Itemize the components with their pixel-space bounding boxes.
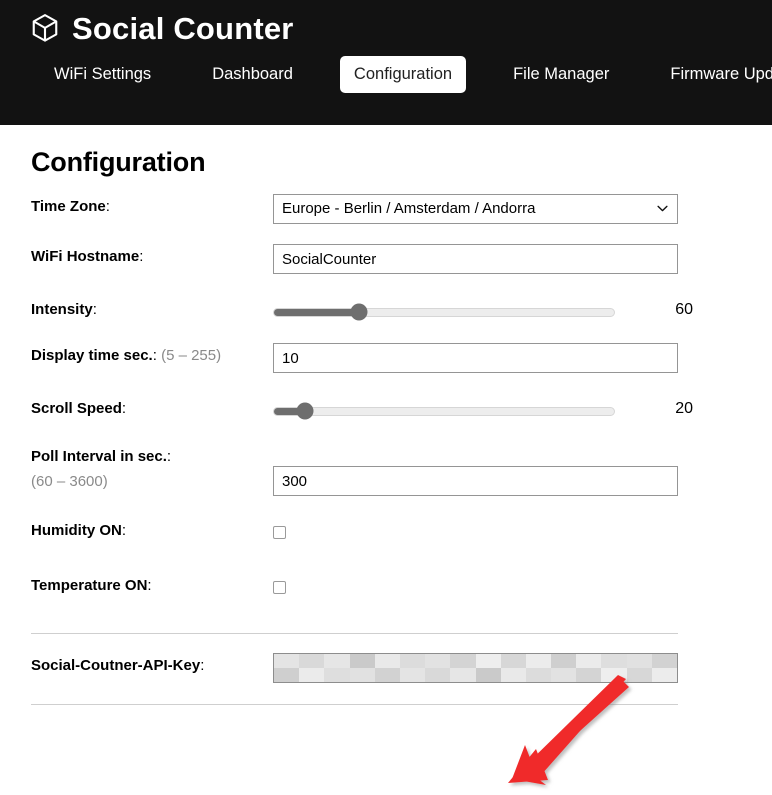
row-display-time: Display time sec.: (5 – 255) bbox=[0, 343, 772, 375]
redaction-block bbox=[399, 654, 426, 668]
nav-tabs: WiFi Settings Dashboard Configuration Fi… bbox=[0, 56, 772, 93]
humidity-checkbox[interactable] bbox=[273, 526, 286, 539]
label-intensity: Intensity: bbox=[31, 301, 97, 318]
label-hostname: WiFi Hostname: bbox=[31, 248, 144, 265]
label-poll-interval: Poll Interval in sec.: (60 – 3600) bbox=[31, 448, 172, 490]
scroll-speed-slider-thumb[interactable] bbox=[296, 402, 314, 420]
tab-wifi-settings[interactable]: WiFi Settings bbox=[40, 56, 165, 93]
row-poll-interval: Poll Interval in sec.: (60 – 3600) bbox=[0, 444, 772, 496]
redaction-block bbox=[425, 654, 451, 668]
app-title: Social Counter bbox=[72, 10, 294, 46]
scroll-speed-slider-track[interactable] bbox=[273, 402, 615, 420]
redaction-block bbox=[500, 668, 526, 682]
redaction-block bbox=[551, 654, 577, 668]
divider-bottom bbox=[31, 704, 678, 705]
redaction-block bbox=[324, 668, 350, 682]
intensity-slider-track[interactable] bbox=[273, 303, 615, 321]
label-api-key: Social-Coutner-API-Key: bbox=[31, 657, 205, 674]
redaction-block bbox=[299, 668, 325, 682]
divider-top bbox=[31, 633, 678, 634]
label-humidity: Humidity ON: bbox=[31, 522, 127, 539]
redaction-block bbox=[349, 654, 375, 668]
redaction-block bbox=[274, 668, 300, 682]
redaction-block bbox=[399, 668, 426, 682]
redaction-block bbox=[525, 654, 552, 668]
tab-configuration[interactable]: Configuration bbox=[339, 56, 467, 93]
redaction-block bbox=[274, 654, 300, 668]
redaction-block bbox=[450, 654, 476, 668]
row-timezone: Time Zone: Europe - Berlin / Amsterdam /… bbox=[0, 194, 772, 226]
row-api-key: Social-Coutner-API-Key: bbox=[0, 653, 772, 685]
redaction-block bbox=[601, 668, 627, 682]
redaction-block bbox=[324, 654, 350, 668]
redaction-block bbox=[475, 668, 501, 682]
redaction-block bbox=[500, 654, 526, 668]
app-header: Social Counter WiFi Settings Dashboard C… bbox=[0, 0, 772, 125]
configuration-form: Time Zone: Europe - Berlin / Amsterdam /… bbox=[0, 194, 772, 705]
timezone-select-wrap: Europe - Berlin / Amsterdam / Andorra bbox=[273, 194, 678, 224]
row-hostname: WiFi Hostname: bbox=[0, 244, 772, 276]
redaction-block bbox=[626, 654, 652, 668]
redaction-block bbox=[525, 668, 552, 682]
redaction-mosaic-row bbox=[274, 668, 677, 682]
poll-interval-input[interactable] bbox=[273, 466, 678, 496]
api-key-field[interactable] bbox=[273, 653, 678, 683]
scroll-speed-value: 20 bbox=[675, 400, 693, 417]
intensity-slider[interactable]: 60 bbox=[273, 297, 693, 327]
redaction-block bbox=[374, 654, 400, 668]
redaction-block bbox=[551, 668, 577, 682]
intensity-value: 60 bbox=[675, 301, 693, 318]
label-scroll-speed: Scroll Speed: bbox=[31, 400, 127, 417]
intensity-slider-thumb[interactable] bbox=[350, 303, 368, 321]
intensity-slider-fill bbox=[274, 308, 359, 316]
brand: Social Counter bbox=[0, 0, 772, 44]
row-intensity: Intensity: 60 bbox=[0, 297, 772, 329]
redaction-block bbox=[425, 668, 451, 682]
temperature-checkbox[interactable] bbox=[273, 581, 286, 594]
tab-file-manager[interactable]: File Manager bbox=[499, 56, 623, 93]
display-time-input[interactable] bbox=[273, 343, 678, 373]
row-scroll-speed: Scroll Speed: 20 bbox=[0, 396, 772, 428]
timezone-select[interactable]: Europe - Berlin / Amsterdam / Andorra bbox=[273, 194, 678, 224]
redaction-block bbox=[651, 668, 677, 682]
redaction-block bbox=[626, 668, 652, 682]
label-display-time: Display time sec.: (5 – 255) bbox=[31, 347, 222, 364]
redaction-block bbox=[576, 654, 602, 668]
tab-firmware-update[interactable]: Firmware Update bbox=[656, 56, 772, 93]
redaction-block bbox=[651, 654, 677, 668]
row-temperature: Temperature ON: bbox=[0, 573, 772, 605]
redaction-mosaic-row bbox=[274, 654, 677, 668]
redaction-block bbox=[475, 654, 501, 668]
cube-box-icon bbox=[32, 14, 58, 42]
label-temperature: Temperature ON: bbox=[31, 577, 152, 594]
label-timezone: Time Zone: bbox=[31, 198, 110, 215]
redaction-block bbox=[576, 668, 602, 682]
row-humidity: Humidity ON: bbox=[0, 518, 772, 550]
page-title: Configuration bbox=[31, 147, 206, 177]
page-body: Configuration Time Zone: Europe - Berlin… bbox=[0, 147, 772, 785]
redaction-block bbox=[601, 654, 627, 668]
redaction-block bbox=[374, 668, 400, 682]
scroll-speed-slider[interactable]: 20 bbox=[273, 396, 693, 426]
tab-dashboard[interactable]: Dashboard bbox=[198, 56, 307, 93]
hostname-input[interactable] bbox=[273, 244, 678, 274]
redaction-block bbox=[299, 654, 325, 668]
redaction-block bbox=[450, 668, 476, 682]
redaction-block bbox=[349, 668, 375, 682]
